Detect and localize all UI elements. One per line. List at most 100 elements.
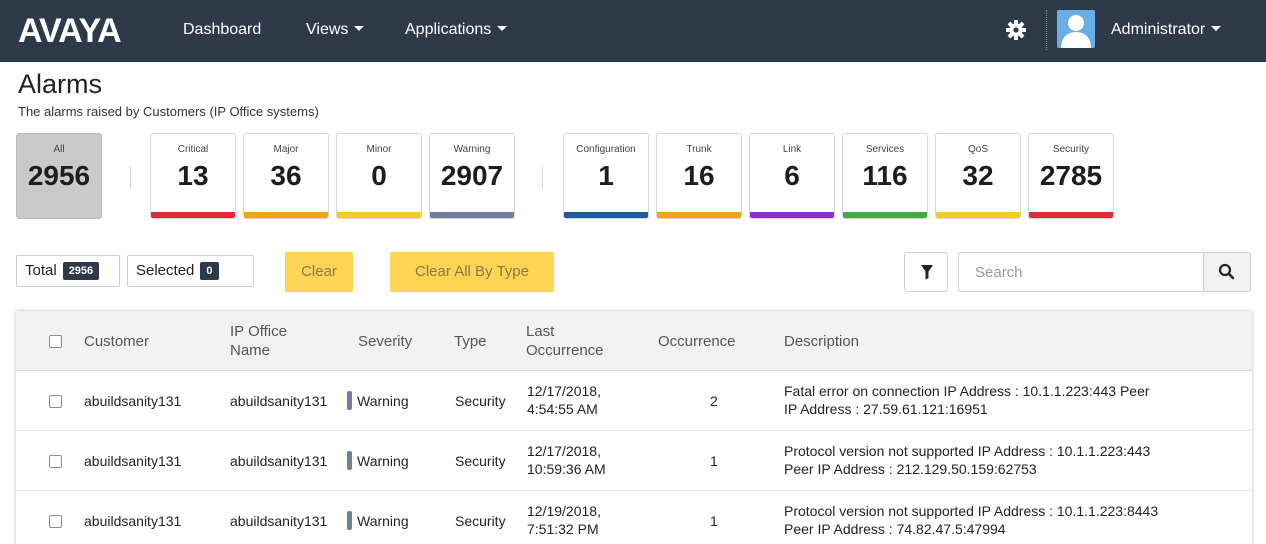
selected-count-box: Selected 0 (127, 255, 254, 287)
selected-label: Selected (136, 262, 195, 279)
cell-description-line1: Fatal error on connection IP Address : 1… (784, 383, 1150, 399)
tile-count: 32 (962, 160, 994, 191)
table-row[interactable]: abuildsanity131 abuildsanity131 Warning … (16, 431, 1252, 491)
total-count-badge: 2956 (62, 262, 100, 280)
cell-description-line1: Protocol version not supported IP Addres… (784, 503, 1159, 519)
tile-all[interactable]: All 2956 (16, 133, 102, 219)
tile-label: Link (782, 144, 802, 155)
tile-label: Minor (366, 144, 392, 155)
row-checkbox[interactable] (49, 515, 62, 528)
tile-color-bar (564, 212, 648, 218)
cell-severity: Warning (347, 451, 409, 471)
cell-type: Security (455, 453, 506, 469)
top-navbar: AVAYA Dashboard Views Applications Admin… (0, 0, 1266, 62)
col-customer[interactable]: Customer (84, 332, 149, 351)
cell-time: 4:54:55 AM (527, 401, 598, 417)
col-ip-office-name-line1: IP Office (230, 323, 287, 340)
tile-label: Configuration (576, 144, 636, 155)
cell-description-line2: Peer IP Address : 74.82.47.5:47994 (784, 521, 1006, 537)
cell-ip-office-name: abuildsanity131 (230, 453, 328, 469)
tile-label: Major (273, 144, 299, 155)
tile-critical[interactable]: Critical 13 (150, 133, 236, 219)
search-icon (1218, 263, 1235, 280)
gear-icon[interactable] (1006, 20, 1026, 40)
cell-description: Protocol version not supported IP Addres… (784, 502, 1158, 538)
cell-description-line2: Peer IP Address : 212.129.50.159:62753 (784, 461, 1037, 477)
avaya-logo[interactable]: AVAYA (18, 13, 122, 49)
cell-description: Fatal error on connection IP Address : 1… (784, 382, 1150, 418)
tile-count: 2907 (440, 160, 504, 191)
severity-label: Warning (357, 513, 409, 529)
caret-down-icon (497, 26, 508, 32)
cell-time: 7:51:32 PM (527, 521, 599, 537)
table-row[interactable]: abuildsanity131 abuildsanity131 Warning … (16, 491, 1252, 544)
search-box (958, 252, 1251, 292)
tile-configuration[interactable]: Configuration 1 (563, 133, 649, 219)
col-ip-office-name[interactable]: IP Office Name (230, 322, 287, 360)
col-last-occurrence-line2: Occurrence (526, 342, 604, 359)
severity-warning-indicator (347, 511, 352, 531)
tile-count: 2956 (27, 160, 91, 191)
tile-color-bar (337, 212, 421, 218)
col-last-occurrence-line1: Last (526, 323, 555, 340)
tile-warning[interactable]: Warning 2907 (429, 133, 515, 219)
cell-customer: abuildsanity131 (84, 453, 182, 469)
tile-color-bar (244, 212, 328, 218)
col-severity[interactable]: Severity (358, 332, 412, 351)
cell-description-line2: IP Address : 27.59.61.121:16951 (784, 401, 988, 417)
tile-label: QoS (967, 144, 988, 155)
tile-security[interactable]: Security 2785 (1028, 133, 1114, 219)
tile-color-bar (936, 212, 1020, 218)
clear-button[interactable]: Clear (285, 252, 353, 292)
tile-count: 36 (270, 160, 302, 191)
col-description[interactable]: Description (784, 332, 859, 351)
clear-all-by-type-button[interactable]: Clear All By Type (390, 252, 554, 292)
cell-type: Security (455, 513, 506, 529)
nav-views-label: Views (306, 21, 349, 38)
filter-button[interactable] (904, 252, 948, 292)
tile-major[interactable]: Major 36 (243, 133, 329, 219)
tile-count: 6 (784, 160, 800, 191)
user-avatar-icon[interactable] (1057, 10, 1095, 48)
row-checkbox[interactable] (49, 395, 62, 408)
cell-type: Security (455, 393, 506, 409)
tile-link[interactable]: Link 6 (749, 133, 835, 219)
col-occurrence[interactable]: Occurrence (658, 332, 736, 351)
tile-count: 2785 (1039, 160, 1103, 191)
tile-trunk[interactable]: Trunk 16 (656, 133, 742, 219)
total-label: Total (25, 262, 57, 279)
severity-warning-indicator (347, 451, 352, 471)
search-input[interactable] (959, 253, 1203, 291)
col-type[interactable]: Type (454, 332, 487, 351)
tile-color-bar (151, 212, 235, 218)
tile-services[interactable]: Services 116 (842, 133, 928, 219)
tile-minor[interactable]: Minor 0 (336, 133, 422, 219)
select-all-checkbox[interactable] (49, 335, 62, 348)
tile-color-bar (843, 212, 927, 218)
tile-count: 116 (862, 160, 908, 191)
tile-color-bar (657, 212, 741, 218)
tile-count: 0 (371, 160, 387, 191)
tile-label: All (53, 144, 65, 155)
tile-count: 1 (598, 160, 614, 191)
nav-views-menu[interactable]: Views (306, 20, 365, 40)
search-button[interactable] (1203, 253, 1250, 291)
tile-label: Services (865, 144, 905, 155)
user-menu[interactable]: Administrator (1111, 20, 1222, 40)
tile-qos[interactable]: QoS 32 (935, 133, 1021, 219)
tile-count: 16 (683, 160, 715, 191)
navbar-divider (1046, 10, 1047, 50)
cell-occurrence: 2 (710, 393, 718, 409)
col-ip-office-name-line2: Name (230, 342, 271, 359)
nav-dashboard-label: Dashboard (183, 21, 262, 38)
cell-date: 12/17/2018, (527, 443, 601, 459)
nav-applications-menu[interactable]: Applications (405, 20, 508, 40)
row-checkbox[interactable] (49, 455, 62, 468)
table-header: Customer IP Office Name Severity Type La… (16, 311, 1252, 371)
cell-date: 12/17/2018, (527, 383, 601, 399)
col-last-occurrence[interactable]: Last Occurrence (526, 322, 604, 360)
nav-dashboard-link[interactable]: Dashboard (183, 20, 261, 40)
cell-last-occurrence: 12/17/2018, 10:59:36 AM (527, 442, 606, 478)
cell-occurrence: 1 (710, 453, 718, 469)
table-row[interactable]: abuildsanity131 abuildsanity131 Warning … (16, 371, 1252, 431)
